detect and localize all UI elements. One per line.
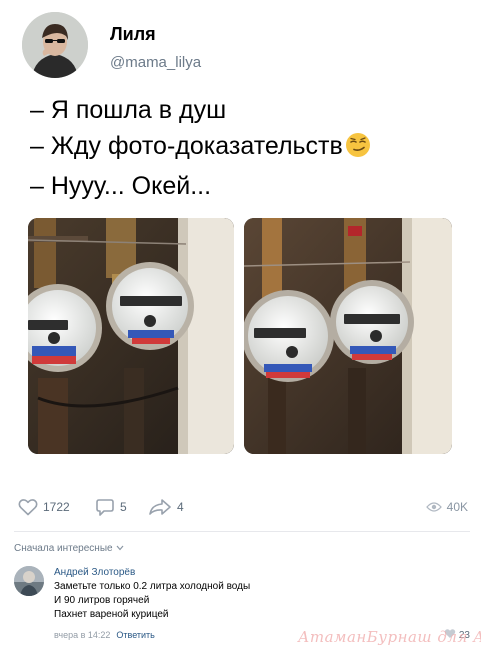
commenter-avatar[interactable]: [14, 566, 44, 596]
comment-button[interactable]: 5: [95, 492, 127, 522]
like-button[interactable]: 1722: [18, 492, 70, 522]
comments-sort[interactable]: Сначала интересные: [14, 543, 124, 554]
water-meters-image: [28, 218, 234, 454]
reply-button[interactable]: Ответить: [116, 630, 154, 640]
post-actions: 1722 5 4 40K: [18, 492, 468, 522]
photo-water-meters-2[interactable]: [244, 218, 452, 454]
sort-label: Сначала интересные: [14, 543, 113, 554]
views-count: 40K: [446, 500, 468, 514]
author-handle[interactable]: @mama_lilya: [110, 54, 201, 71]
post-line-text: – Я пошла в душ: [30, 96, 227, 124]
divider: [14, 531, 470, 532]
share-arrow-icon: [148, 498, 172, 516]
share-button[interactable]: 4: [148, 492, 184, 522]
comment-line: И 90 литров горячей: [54, 595, 150, 606]
eye-icon: [425, 501, 442, 513]
commenter-avatar-image: [14, 566, 44, 596]
chevron-down-icon: [113, 543, 124, 554]
comment-author[interactable]: Андрей Злоторёв: [54, 567, 135, 578]
post-line: – Жду фото-доказательств: [30, 128, 460, 168]
author-name[interactable]: Лиля: [110, 24, 156, 45]
post-header: Лиля @mama_lilya: [22, 12, 462, 80]
comments-count: 5: [120, 500, 127, 514]
photo-water-meters-1[interactable]: [28, 218, 234, 454]
comment-time[interactable]: вчера в 14:22: [54, 630, 110, 640]
water-meters-image: [244, 218, 452, 454]
comment-meta: вчера в 14:22 Ответить: [54, 630, 155, 640]
comment-icon: [95, 498, 115, 517]
avatar-image: [22, 12, 88, 78]
author-avatar[interactable]: [22, 12, 88, 78]
heart-icon: [18, 498, 38, 516]
comment-text: Заметьте только 0.2 литра холодной воды …: [54, 580, 250, 622]
post-line-text: – Жду фото-доказательств: [30, 132, 343, 160]
post-line: – Нууу... Окей...: [30, 168, 460, 204]
smirking-face-icon: [345, 132, 371, 168]
views-counter: 40K: [425, 492, 468, 522]
comment-line: Пахнет вареной курицей: [54, 609, 169, 620]
comment-line: Заметьте только 0.2 литра холодной воды: [54, 581, 251, 592]
post-photos: [28, 218, 452, 454]
shares-count: 4: [177, 500, 184, 514]
post-line-text: – Нууу... Окей...: [30, 172, 212, 200]
post-text: – Я пошла в душ – Жду фото-доказательств…: [30, 92, 460, 204]
post-line: – Я пошла в душ: [30, 92, 460, 128]
likes-count: 1722: [43, 500, 70, 514]
watermark: АтаманБурнаш для АТ: [298, 628, 481, 646]
